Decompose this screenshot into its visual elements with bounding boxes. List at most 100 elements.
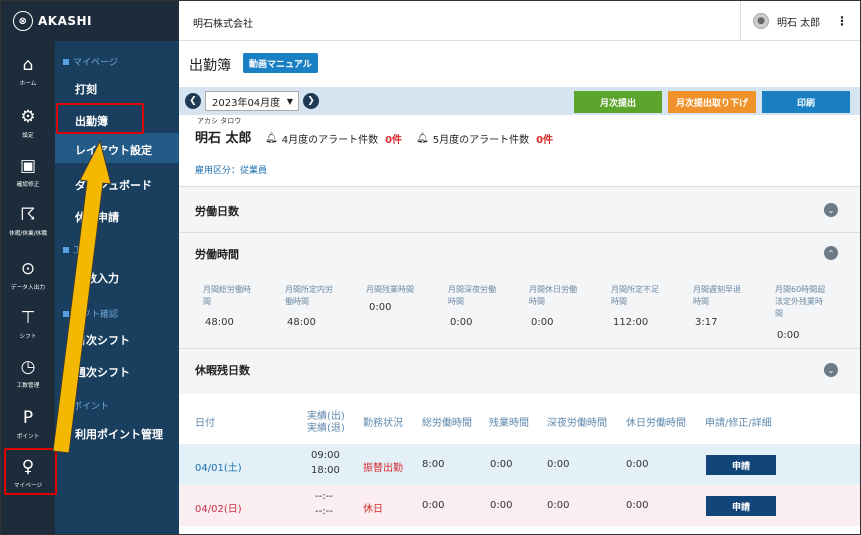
subnav-section-title: マイページ	[73, 58, 118, 68]
rail-item-confirm-edit[interactable]: ▣ 確認修正	[1, 156, 55, 188]
header-line: 間	[775, 309, 783, 318]
bell-icon: 🔔︎	[416, 133, 429, 144]
subnav-item-dashboard[interactable]: ダッシュボード	[75, 177, 152, 193]
section-title: 労働時間	[195, 248, 239, 261]
row-in: 09:00	[311, 450, 340, 461]
download-circle-icon: ⊙	[20, 259, 36, 279]
leaf-icon: ☈	[20, 205, 36, 225]
caret-down-icon: ▼	[286, 96, 293, 106]
col-header-request: 申請/修正/詳細	[705, 418, 772, 429]
subnav-item-weekly-shift[interactable]: 週次シフト	[75, 364, 130, 380]
avatar-icon: ●	[753, 13, 769, 29]
expand-chevron-icon[interactable]: ⌄	[824, 363, 838, 377]
row-holiday: 0:00	[626, 459, 649, 470]
rail-label-confirm-edit: 確認修正	[16, 181, 40, 188]
row-holiday: 0:00	[626, 500, 649, 511]
prev-month-icon[interactable]: ❮	[185, 93, 201, 109]
row-actual: 09:00 18:00	[311, 448, 340, 478]
row-overtime: 0:00	[490, 500, 513, 511]
subnav-item-manhour-input[interactable]: 工数入力	[75, 270, 119, 286]
header-line: 月間所定不足	[611, 285, 659, 294]
worktime-header-total: 月間総労働時間	[203, 284, 251, 308]
section-title: 休暇残日数	[195, 364, 250, 377]
rail-item-data-io[interactable]: ⊙ データ入出力	[1, 259, 55, 291]
rail-label-home: ホーム	[19, 80, 37, 87]
section-leave-balance[interactable]: 休暇残日数 ⌄	[179, 348, 860, 394]
worktime-value-shortfall: 112:00	[613, 317, 649, 328]
video-manual-button[interactable]: 動画マニュアル	[243, 53, 318, 73]
print-button[interactable]: 印刷	[762, 91, 850, 113]
header-line: 実績(出)	[307, 411, 345, 422]
employment-type: 雇用区分：従業員	[195, 166, 268, 176]
row-total: 8:00	[422, 459, 445, 470]
rail-item-shift[interactable]: ⊤ シフト	[1, 308, 55, 340]
clipboard-check-icon: ▣	[19, 156, 37, 176]
next-month-icon[interactable]: ❯	[303, 93, 319, 109]
collapse-chevron-icon[interactable]: ⌃	[824, 246, 838, 260]
alert-count-may: 🔔︎ 5月度のアラート件数 0件	[416, 131, 553, 146]
kebab-menu-icon[interactable]: ⋮	[836, 14, 848, 28]
worktime-header-night: 月間深夜労働 時間	[448, 284, 496, 308]
rail-label-settings: 設定	[22, 132, 34, 139]
apply-button[interactable]: 申請	[706, 455, 776, 475]
col-header-actual: 実績(出) 実績(退)	[307, 411, 345, 435]
worktime-header-overtime: 月間残業時間	[366, 284, 414, 296]
col-header-overtime: 残業時間	[489, 418, 529, 429]
row-night: 0:00	[547, 500, 570, 511]
rail-item-settings[interactable]: ⚙ 設定	[1, 107, 55, 139]
section-worktime: 労働時間 ⌃	[179, 232, 860, 348]
row-out: --:--	[315, 506, 333, 517]
user-menu[interactable]: ● 明石 太郎 ⋮	[740, 1, 860, 41]
rail-label-leave: 休暇/休業/休職	[8, 230, 48, 237]
subnav-item-layout-settings[interactable]: レイアウト設定	[75, 142, 152, 158]
month-toolbar: ❮ 2023年04月度 ▼ ❯ 月次提出 月次提出取り下げ 印刷	[179, 87, 860, 115]
month-select[interactable]: 2023年04月度 ▼	[205, 91, 299, 111]
table-row: 04/02(日) --:-- --:-- 休日 0:00 0:00 0:00 0:…	[179, 485, 860, 526]
section-workdays[interactable]: 労働日数 ⌄	[179, 186, 860, 232]
row-date[interactable]: 04/02(日)	[195, 500, 242, 515]
subnav-item-leave-request[interactable]: 休暇申請	[75, 209, 119, 225]
rail-item-point[interactable]: P ポイント	[1, 408, 55, 440]
expand-chevron-icon[interactable]: ⌄	[824, 203, 838, 217]
worktime-value-total: 48:00	[205, 317, 234, 328]
alert-count: 0件	[385, 135, 403, 146]
bell-icon: 🔔︎	[265, 133, 278, 144]
alert-count-april: 🔔︎ 4月度のアラート件数 0件	[265, 131, 402, 146]
user-name: 明石 太郎	[777, 17, 821, 29]
employee-kana: アカシ タロウ	[197, 117, 242, 125]
brand-name: AKASHI	[38, 14, 93, 28]
month-select-value: 2023年04月度	[212, 97, 281, 109]
row-date[interactable]: 04/01(土)	[195, 459, 242, 474]
monthly-submit-button[interactable]: 月次提出	[574, 91, 662, 113]
row-status: 休日	[363, 504, 383, 515]
rail-label-manhour: 工数管理	[16, 382, 40, 389]
header-line: 月間遅刻早退	[693, 285, 741, 294]
monthly-withdraw-button[interactable]: 月次提出取り下げ	[668, 91, 756, 113]
gear-icon: ⚙	[20, 107, 36, 127]
header-line: 実績(退)	[307, 423, 345, 434]
point-p-icon: P	[22, 408, 34, 428]
rail-item-leave[interactable]: ☈ 休暇/休業/休職	[1, 205, 55, 237]
header-line: 働時間	[285, 297, 309, 306]
worktime-value-holiday: 0:00	[531, 317, 554, 328]
subnav-section-shift: シフト確認	[63, 307, 118, 320]
worktime-header-scheduled: 月間所定内労 働時間	[285, 284, 333, 308]
worktime-value-60h: 0:00	[777, 330, 800, 341]
row-actual: --:-- --:--	[315, 489, 333, 519]
brand-logo[interactable]: ⊗ AKASHI	[1, 1, 179, 41]
subnav-item-monthly-shift[interactable]: 月次シフト	[75, 332, 130, 348]
section-title: 労働日数	[195, 205, 239, 218]
rail-item-manhour[interactable]: ◷ 工数管理	[1, 357, 55, 389]
rail-item-home[interactable]: ⌂ ホーム	[1, 55, 55, 87]
subnav-item-punch[interactable]: 打刻	[75, 81, 97, 97]
row-out: 18:00	[311, 465, 340, 476]
alert-label: 4月度のアラート件数	[281, 135, 379, 146]
subnav-section-title: 工	[73, 246, 83, 256]
apply-button[interactable]: 申請	[706, 496, 776, 516]
row-night: 0:00	[547, 459, 570, 470]
section-square-icon	[63, 58, 69, 65]
header-line: 時間	[448, 297, 464, 306]
header-line: 間	[203, 297, 211, 306]
subnav-item-point-management[interactable]: 利用ポイント管理	[75, 426, 163, 442]
worktime-header-late: 月間遅刻早退 時間	[693, 284, 741, 308]
